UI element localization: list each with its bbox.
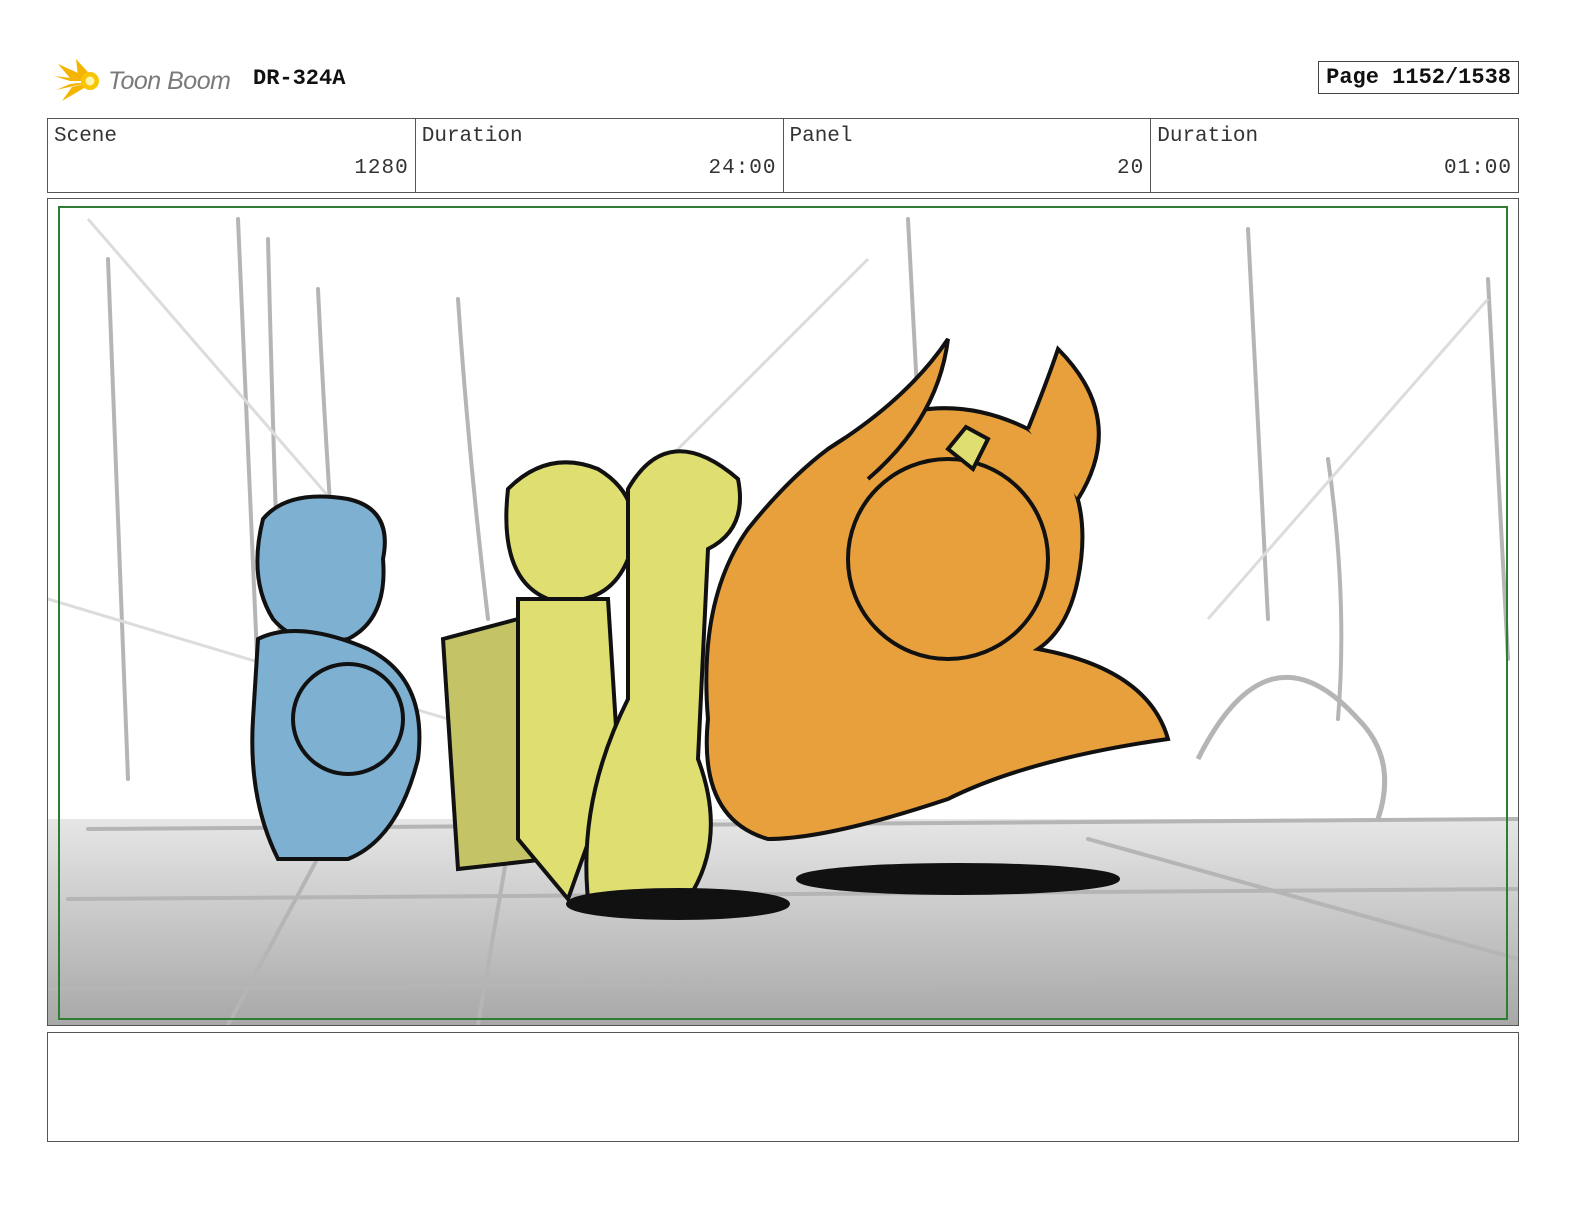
scene-duration-label: Duration (421, 125, 523, 148)
page-indicator: Page 1152/1538 (1318, 61, 1519, 94)
storyboard-panel (47, 198, 1519, 1026)
scene-info-table: Scene 1280 Duration 24:00 Panel 20 Durat… (47, 118, 1519, 193)
logo-wordmark: Toon Boom (108, 66, 231, 95)
toon-boom-logo: Toon Boom (52, 56, 242, 106)
panel-sketch-image (48, 199, 1518, 1025)
panel-duration-cell: Duration 01:00 (1151, 119, 1518, 192)
panel-duration-value: 01:00 (1443, 157, 1512, 180)
scene-duration-cell: Duration 24:00 (416, 119, 784, 192)
panel-notes-box (47, 1032, 1519, 1142)
scene-label: Scene (54, 125, 118, 148)
panel-value: 20 (1117, 157, 1145, 180)
scene-cell: Scene 1280 (48, 119, 416, 192)
starburst-icon (54, 59, 99, 101)
project-id: DR-324A (253, 66, 346, 91)
panel-label: Panel (789, 125, 853, 148)
panel-cell: Panel 20 (784, 119, 1152, 192)
page-header: Toon Boom DR-324A Page 1152/1538 (52, 56, 1532, 106)
scene-duration-value: 24:00 (708, 157, 777, 180)
scene-value: 1280 (354, 157, 409, 180)
panel-duration-label: Duration (1157, 125, 1259, 148)
